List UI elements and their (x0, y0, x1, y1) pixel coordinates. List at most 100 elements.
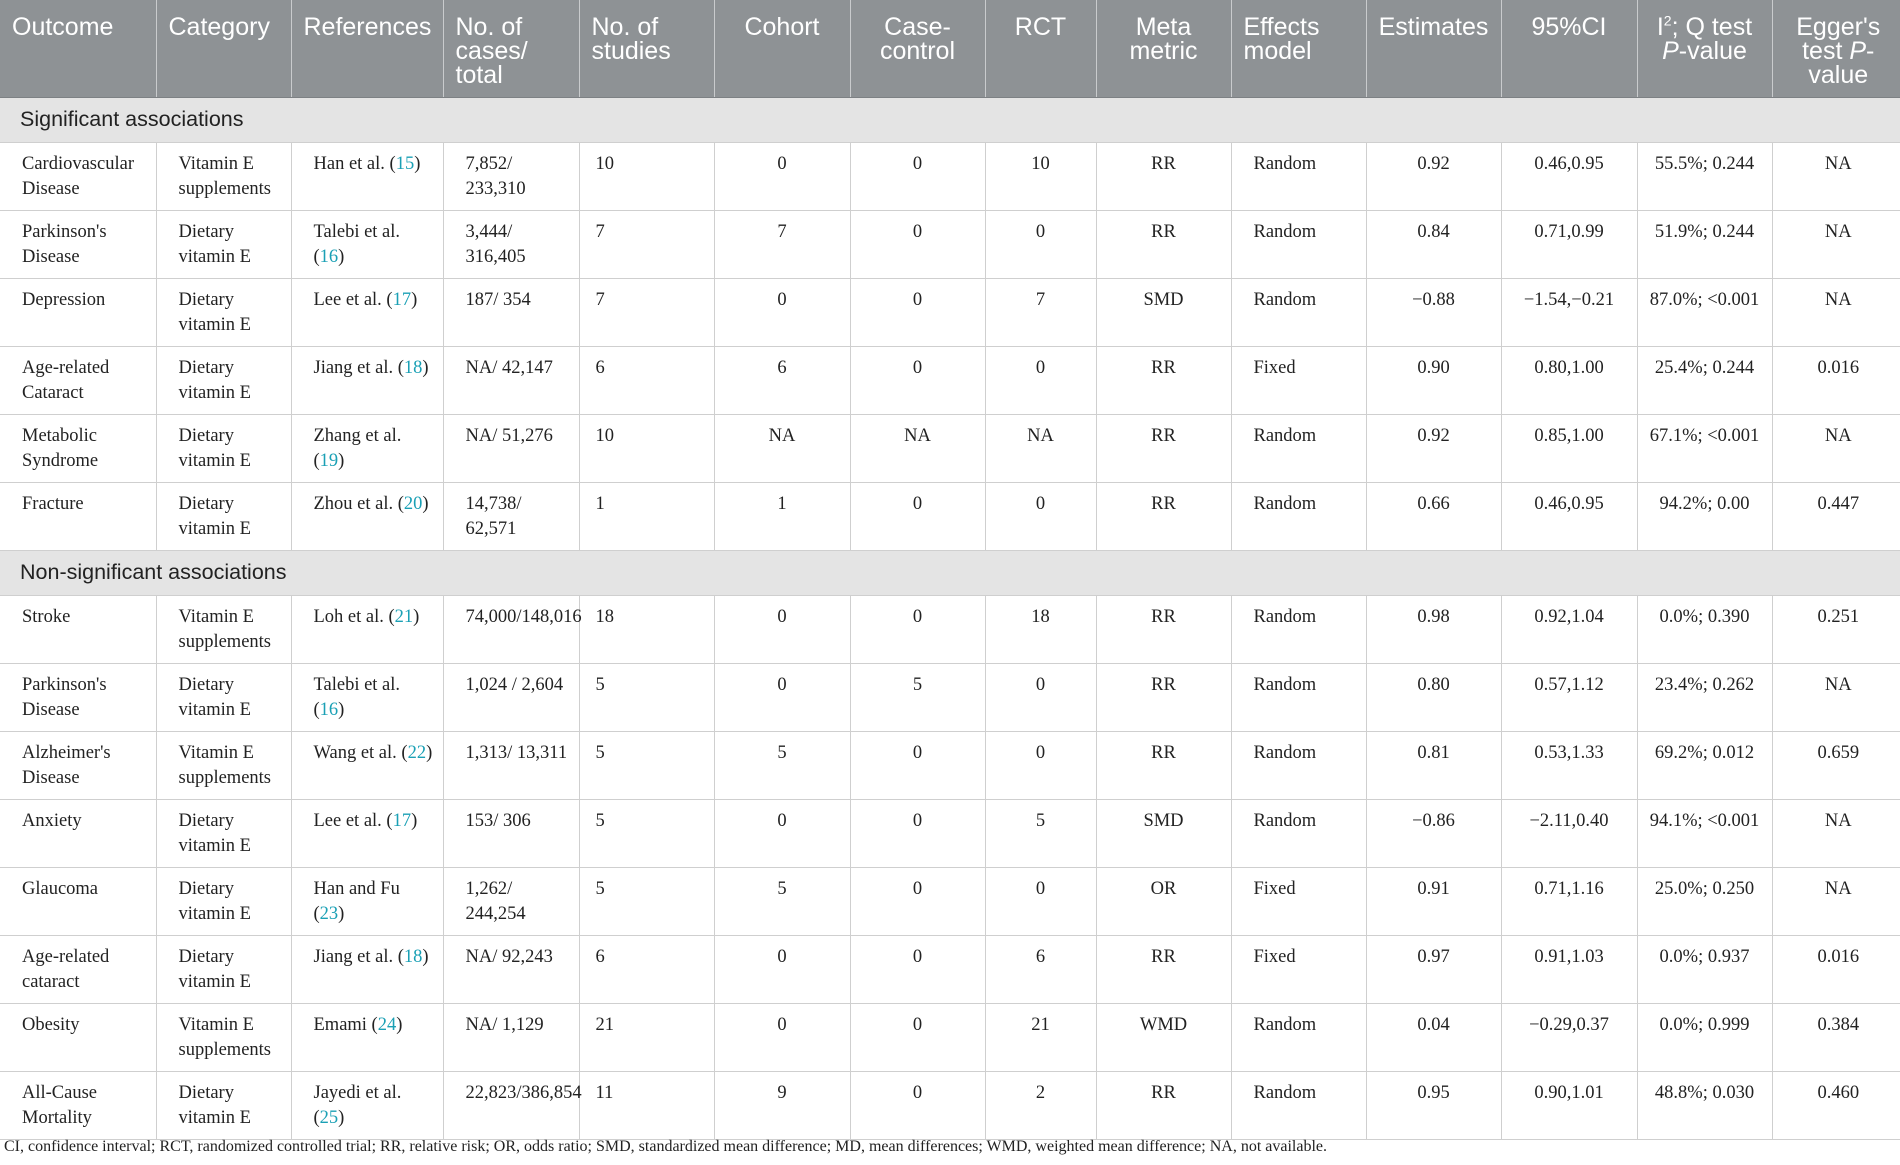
table-row: All-Cause Mortality Dietary vitamin E Jaye… (0, 1071, 1900, 1140)
cell-category: Dietary vitamin E (156, 867, 292, 936)
reference-close: ) (426, 743, 433, 763)
reference-author: Loh et al. ( (313, 607, 395, 627)
cell-cohort: 7 (714, 210, 851, 279)
cell-outcome: Glaucoma (0, 867, 157, 936)
cell-egger: 0.659 (1772, 731, 1900, 800)
meta-analysis-table: Outcome Category References No. of cases… (0, 0, 1900, 1140)
reference-link[interactable]: 20 (404, 494, 423, 514)
cell-i2-q-test: 94.2%; 0.00 (1637, 482, 1773, 551)
table-row: Stroke Vitamin E supplements Loh et al. (2… (0, 595, 1900, 664)
cell-i2-q-test: 0.0%; 0.937 (1637, 935, 1773, 1004)
reference-author: Lee et al. ( (313, 811, 393, 831)
cell-outcome: Anxiety (0, 799, 157, 868)
reference-link[interactable]: 22 (408, 743, 427, 763)
cell-cases-total: 153/ 306 (443, 799, 580, 868)
cell-cohort: NA (714, 414, 851, 483)
cell-95ci: 0.57,1.12 (1501, 663, 1638, 732)
cell-egger: 0.460 (1772, 1071, 1900, 1140)
header-estimates: Estimates (1366, 0, 1502, 98)
cell-case-control: NA (850, 414, 986, 483)
header-studies: No. of studies (579, 0, 715, 98)
cell-reference: Jayedi et al. (25) (291, 1071, 444, 1140)
cell-rct: 21 (985, 1003, 1097, 1072)
cell-case-control: 5 (850, 663, 986, 732)
cell-rct: 0 (985, 731, 1097, 800)
cell-cases-total: 74,000/148,016 (443, 595, 582, 664)
reference-link[interactable]: 24 (378, 1015, 397, 1035)
reference-link[interactable]: 25 (320, 1108, 339, 1128)
cell-effects-model: Fixed (1231, 867, 1367, 936)
cell-studies: 11 (579, 1071, 715, 1140)
cell-reference: Han and Fu (23) (291, 867, 444, 936)
reference-link[interactable]: 17 (393, 811, 412, 831)
reference-close: ) (338, 1108, 345, 1128)
cell-cases-total: NA/ 92,243 (443, 935, 580, 1004)
reference-author: Zhou et al. ( (313, 494, 404, 514)
cell-egger: 0.251 (1772, 595, 1900, 664)
reference-link[interactable]: 16 (320, 247, 339, 267)
cell-egger: NA (1772, 278, 1900, 347)
cell-meta-metric: SMD (1096, 799, 1232, 868)
cell-case-control: 0 (850, 867, 986, 936)
reference-close: ) (414, 154, 421, 174)
cell-studies: 1 (579, 482, 715, 551)
cell-category: Vitamin E supplements (156, 731, 292, 800)
cell-95ci: −0.29,0.37 (1501, 1003, 1638, 1072)
cell-estimate: 0.95 (1366, 1071, 1502, 1140)
cell-reference: Zhang et al. (19) (291, 414, 444, 483)
i2-superscript: 2 (1663, 12, 1672, 29)
cell-category: Vitamin E supplements (156, 595, 292, 664)
cell-meta-metric: RR (1096, 414, 1232, 483)
cell-cases-total: NA/ 1,129 (443, 1003, 580, 1072)
cell-case-control: 0 (850, 346, 986, 415)
reference-link[interactable]: 23 (320, 904, 339, 924)
cell-case-control: 0 (850, 595, 986, 664)
reference-link[interactable]: 15 (396, 154, 415, 174)
cell-outcome: Obesity (0, 1003, 157, 1072)
cell-case-control: 0 (850, 278, 986, 347)
cell-cases-total: NA/ 51,276 (443, 414, 580, 483)
reference-author: Han et al. ( (313, 154, 396, 174)
cell-rct: 6 (985, 935, 1097, 1004)
cell-estimate: −0.86 (1366, 799, 1502, 868)
table-row: Obesity Vitamin E supplements Emami (24) NA… (0, 1003, 1900, 1072)
cell-category: Vitamin E supplements (156, 142, 292, 211)
reference-close: ) (396, 1015, 403, 1035)
cell-reference: Jiang et al. (18) (291, 346, 444, 415)
reference-link[interactable]: 19 (320, 451, 339, 471)
section-header-row: Non-significant associations (0, 550, 1900, 596)
header-row: Outcome Category References No. of cases… (0, 0, 1900, 98)
cell-case-control: 0 (850, 935, 986, 1004)
cell-category: Dietary vitamin E (156, 278, 292, 347)
cell-i2-q-test: 25.0%; 0.250 (1637, 867, 1773, 936)
reference-link[interactable]: 18 (404, 947, 423, 967)
cell-studies: 5 (579, 867, 715, 936)
cell-reference: Jiang et al. (18) (291, 935, 444, 1004)
cell-meta-metric: RR (1096, 1071, 1232, 1140)
section-header-row: Significant associations (0, 97, 1900, 143)
reference-link[interactable]: 17 (393, 290, 412, 310)
cell-cohort: 0 (714, 1003, 851, 1072)
cell-cohort: 0 (714, 278, 851, 347)
cell-cohort: 0 (714, 935, 851, 1004)
cell-cases-total: 187/ 354 (443, 278, 580, 347)
cell-95ci: 0.80,1.00 (1501, 346, 1638, 415)
table-row: Parkinson's Disease Dietary vitamin E Tale… (0, 210, 1900, 279)
cell-case-control: 0 (850, 1003, 986, 1072)
header-i2-q-test: I2; Q test P-value (1637, 0, 1773, 98)
reference-link[interactable]: 18 (404, 358, 423, 378)
cell-studies: 18 (579, 595, 715, 664)
cell-rct: 18 (985, 595, 1097, 664)
cell-95ci: −1.54,−0.21 (1501, 278, 1638, 347)
reference-close: ) (422, 494, 429, 514)
cell-estimate: 0.97 (1366, 935, 1502, 1004)
cell-outcome: Stroke (0, 595, 157, 664)
cell-meta-metric: RR (1096, 663, 1232, 732)
cell-meta-metric: OR (1096, 867, 1232, 936)
cell-i2-q-test: 0.0%; 0.999 (1637, 1003, 1773, 1072)
reference-link[interactable]: 21 (395, 607, 414, 627)
cell-effects-model: Random (1231, 663, 1367, 732)
reference-link[interactable]: 16 (320, 700, 339, 720)
cell-estimate: 0.92 (1366, 414, 1502, 483)
cell-rct: NA (985, 414, 1097, 483)
